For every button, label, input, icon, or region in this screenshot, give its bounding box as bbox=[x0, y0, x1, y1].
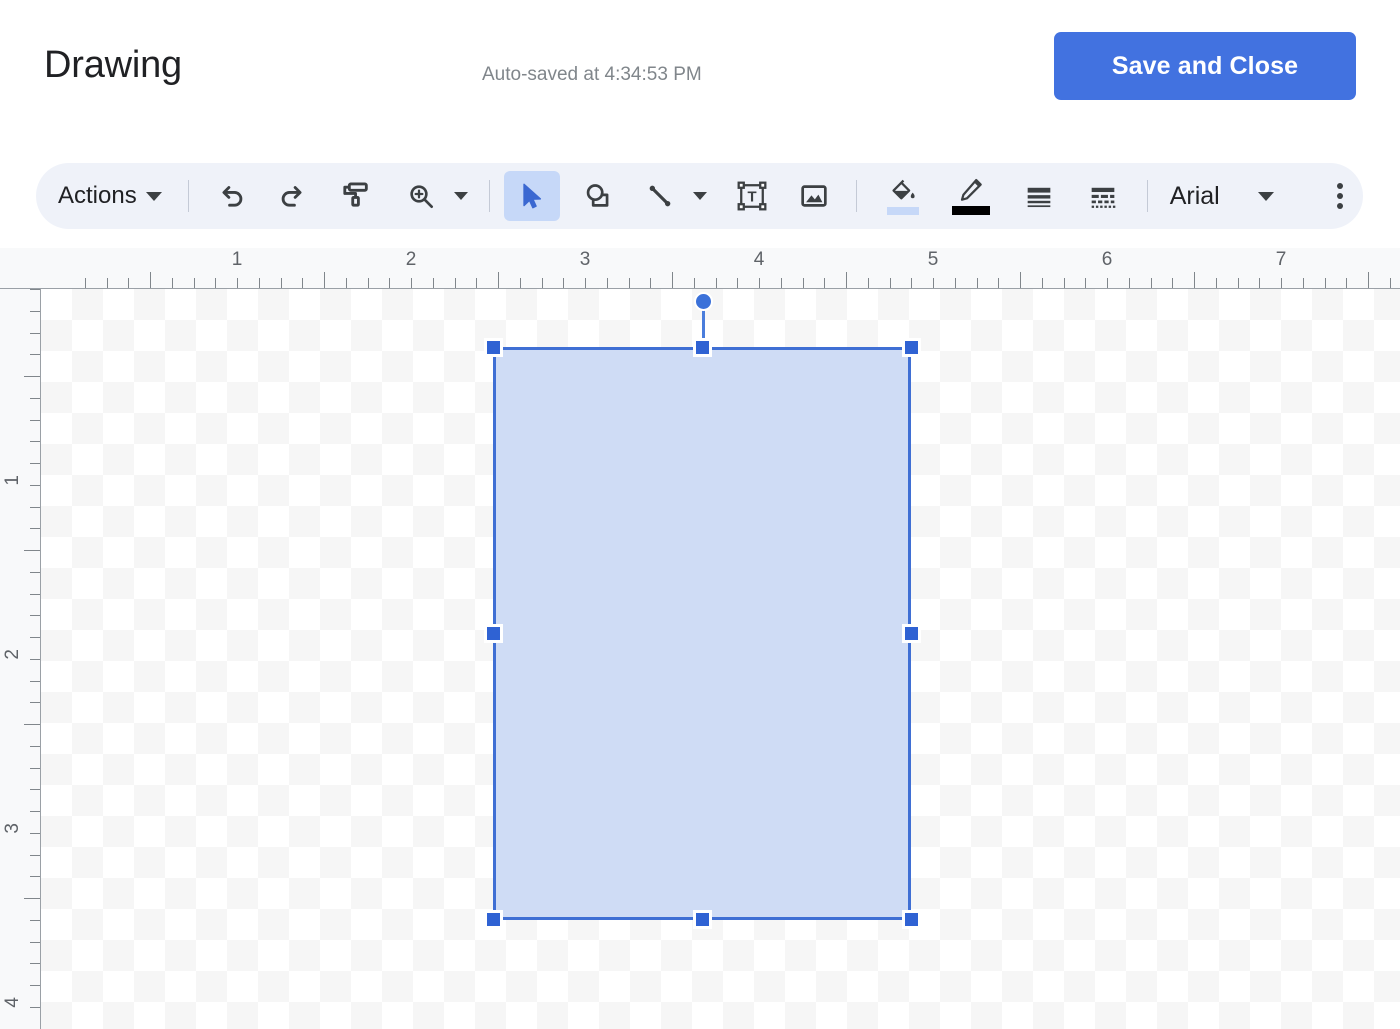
fill-color-swatch bbox=[886, 206, 919, 215]
drawing-toolbar: Actions T Arial bbox=[36, 163, 1363, 229]
undo-button[interactable] bbox=[205, 171, 257, 221]
actions-menu-button[interactable]: Actions bbox=[36, 171, 170, 221]
horizontal-ruler[interactable]: 1 2 3 4 5 6 7 bbox=[0, 248, 1400, 289]
text-box-button[interactable]: T bbox=[726, 171, 778, 221]
ruler-label-h: 6 bbox=[1101, 249, 1113, 270]
ruler-label-v: 3 bbox=[2, 823, 23, 834]
svg-text:T: T bbox=[747, 190, 756, 206]
handle-middle-right[interactable] bbox=[902, 624, 921, 643]
chevron-down-icon bbox=[453, 192, 468, 200]
shape-icon bbox=[586, 184, 609, 207]
ruler-label-v: 4 bbox=[2, 997, 23, 1008]
handle-bottom-center[interactable] bbox=[693, 910, 712, 929]
handle-top-left[interactable] bbox=[484, 338, 503, 357]
handle-top-center[interactable] bbox=[693, 338, 712, 357]
text-box-icon: T bbox=[737, 181, 767, 211]
ruler-label-v: 2 bbox=[2, 649, 23, 660]
ruler-label-h: 7 bbox=[1275, 249, 1287, 270]
handle-bottom-left[interactable] bbox=[484, 910, 503, 929]
drawing-canvas[interactable] bbox=[41, 289, 1400, 1029]
handle-bottom-right[interactable] bbox=[902, 910, 921, 929]
handle-top-right[interactable] bbox=[902, 338, 921, 357]
paint-roller-icon bbox=[343, 182, 368, 207]
toolbar-divider bbox=[488, 180, 490, 212]
line-tool-button[interactable] bbox=[634, 171, 686, 221]
line-icon bbox=[649, 185, 671, 207]
more-vert-icon bbox=[1336, 183, 1343, 209]
paint-format-button[interactable] bbox=[329, 171, 381, 221]
border-dash-icon bbox=[1091, 187, 1116, 208]
border-weight-button[interactable] bbox=[1013, 171, 1065, 221]
pencil-icon bbox=[960, 178, 982, 201]
font-family-select[interactable]: Arial bbox=[1148, 182, 1220, 211]
ruler-label-h: 2 bbox=[405, 249, 417, 270]
toolbar-divider bbox=[855, 180, 857, 212]
shape-tool-button[interactable] bbox=[572, 171, 624, 221]
image-icon bbox=[801, 185, 827, 207]
fill-color-button[interactable] bbox=[875, 171, 931, 221]
chevron-down-icon bbox=[145, 191, 162, 201]
ruler-label-h: 3 bbox=[579, 249, 591, 270]
redo-button[interactable] bbox=[267, 171, 319, 221]
save-and-close-button[interactable]: Save and Close bbox=[1054, 32, 1356, 100]
toolbar-divider bbox=[187, 180, 189, 212]
chevron-down-icon bbox=[1257, 191, 1274, 201]
handle-middle-left[interactable] bbox=[484, 624, 503, 643]
paint-bucket-icon bbox=[892, 179, 915, 199]
vertical-ruler[interactable]: 1 2 3 4 bbox=[0, 289, 41, 1029]
undo-icon bbox=[222, 186, 243, 207]
border-color-button[interactable] bbox=[943, 171, 999, 221]
selected-rectangle-shape[interactable] bbox=[493, 347, 911, 920]
select-tool-button[interactable] bbox=[503, 171, 560, 221]
page-title: Drawing bbox=[44, 44, 182, 86]
autosave-status: Auto-saved at 4:34:53 PM bbox=[482, 64, 702, 85]
border-color-swatch bbox=[951, 206, 990, 215]
ruler-label-v: 1 bbox=[2, 475, 23, 486]
zoom-in-icon bbox=[410, 185, 433, 208]
ruler-label-h: 1 bbox=[231, 249, 243, 270]
border-weight-icon bbox=[1027, 187, 1051, 208]
chevron-down-icon bbox=[692, 192, 707, 200]
line-dropdown-button[interactable] bbox=[686, 171, 714, 221]
font-dropdown-button[interactable] bbox=[1220, 171, 1312, 221]
redo-icon bbox=[281, 186, 302, 207]
insert-image-button[interactable] bbox=[788, 171, 840, 221]
actions-menu-label: Actions bbox=[58, 182, 137, 209]
border-dash-button[interactable] bbox=[1077, 171, 1129, 221]
more-options-button[interactable] bbox=[1312, 171, 1368, 221]
select-arrow-icon bbox=[523, 183, 541, 209]
ruler-label-h: 5 bbox=[927, 249, 939, 270]
zoom-button[interactable] bbox=[395, 171, 447, 221]
ruler-label-h: 4 bbox=[753, 249, 765, 270]
app-header: Drawing Auto-saved at 4:34:53 PM Save an… bbox=[0, 0, 1400, 132]
rotation-handle[interactable] bbox=[694, 292, 713, 311]
zoom-dropdown-button[interactable] bbox=[447, 171, 475, 221]
